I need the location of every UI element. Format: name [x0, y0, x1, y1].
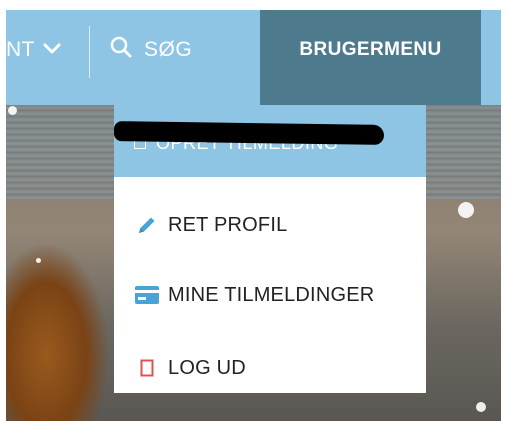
snowflake-decoration: [8, 106, 17, 115]
menu-item-label: MINE TILMELDINGER: [168, 283, 375, 306]
user-menu-button[interactable]: BRUGERMENU: [260, 10, 481, 105]
logout-icon: [114, 359, 160, 377]
search-icon: [110, 36, 132, 64]
credit-card-icon: [114, 285, 160, 305]
user-menu-label: BRUGERMENU: [299, 38, 442, 60]
snowflake-decoration: [458, 202, 474, 218]
snowflake-decoration: [476, 402, 486, 412]
snowflake-decoration: [36, 258, 41, 263]
dropdown-header-item[interactable]: OPRET TILMELDING: [113, 105, 426, 177]
redaction-mark: [113, 121, 385, 145]
menu-item-label: LOG UD: [168, 356, 246, 379]
top-navbar: NT SØG BRUGERMENU: [6, 10, 501, 105]
pencil-icon: [114, 214, 160, 236]
nav-item-partial[interactable]: NT: [6, 10, 61, 90]
menu-item-logout[interactable]: LOG UD: [114, 348, 426, 388]
search-label: SØG: [144, 38, 193, 61]
search-button[interactable]: SØG: [110, 10, 192, 90]
nav-divider: [89, 26, 90, 78]
nav-item-partial-label: NT: [6, 38, 35, 61]
menu-item-my-registrations[interactable]: MINE TILMELDINGER: [114, 275, 426, 315]
menu-item-label: RET PROFIL: [168, 213, 288, 236]
user-menu-dropdown: OPRET TILMELDING RET PROFIL MINE TILMELD…: [113, 105, 426, 393]
menu-item-edit-profile[interactable]: RET PROFIL: [114, 205, 426, 245]
page-frame: NT SØG BRUGERMENU OPRET TILMELDING RET P…: [6, 10, 501, 421]
chevron-down-icon: [43, 39, 61, 60]
